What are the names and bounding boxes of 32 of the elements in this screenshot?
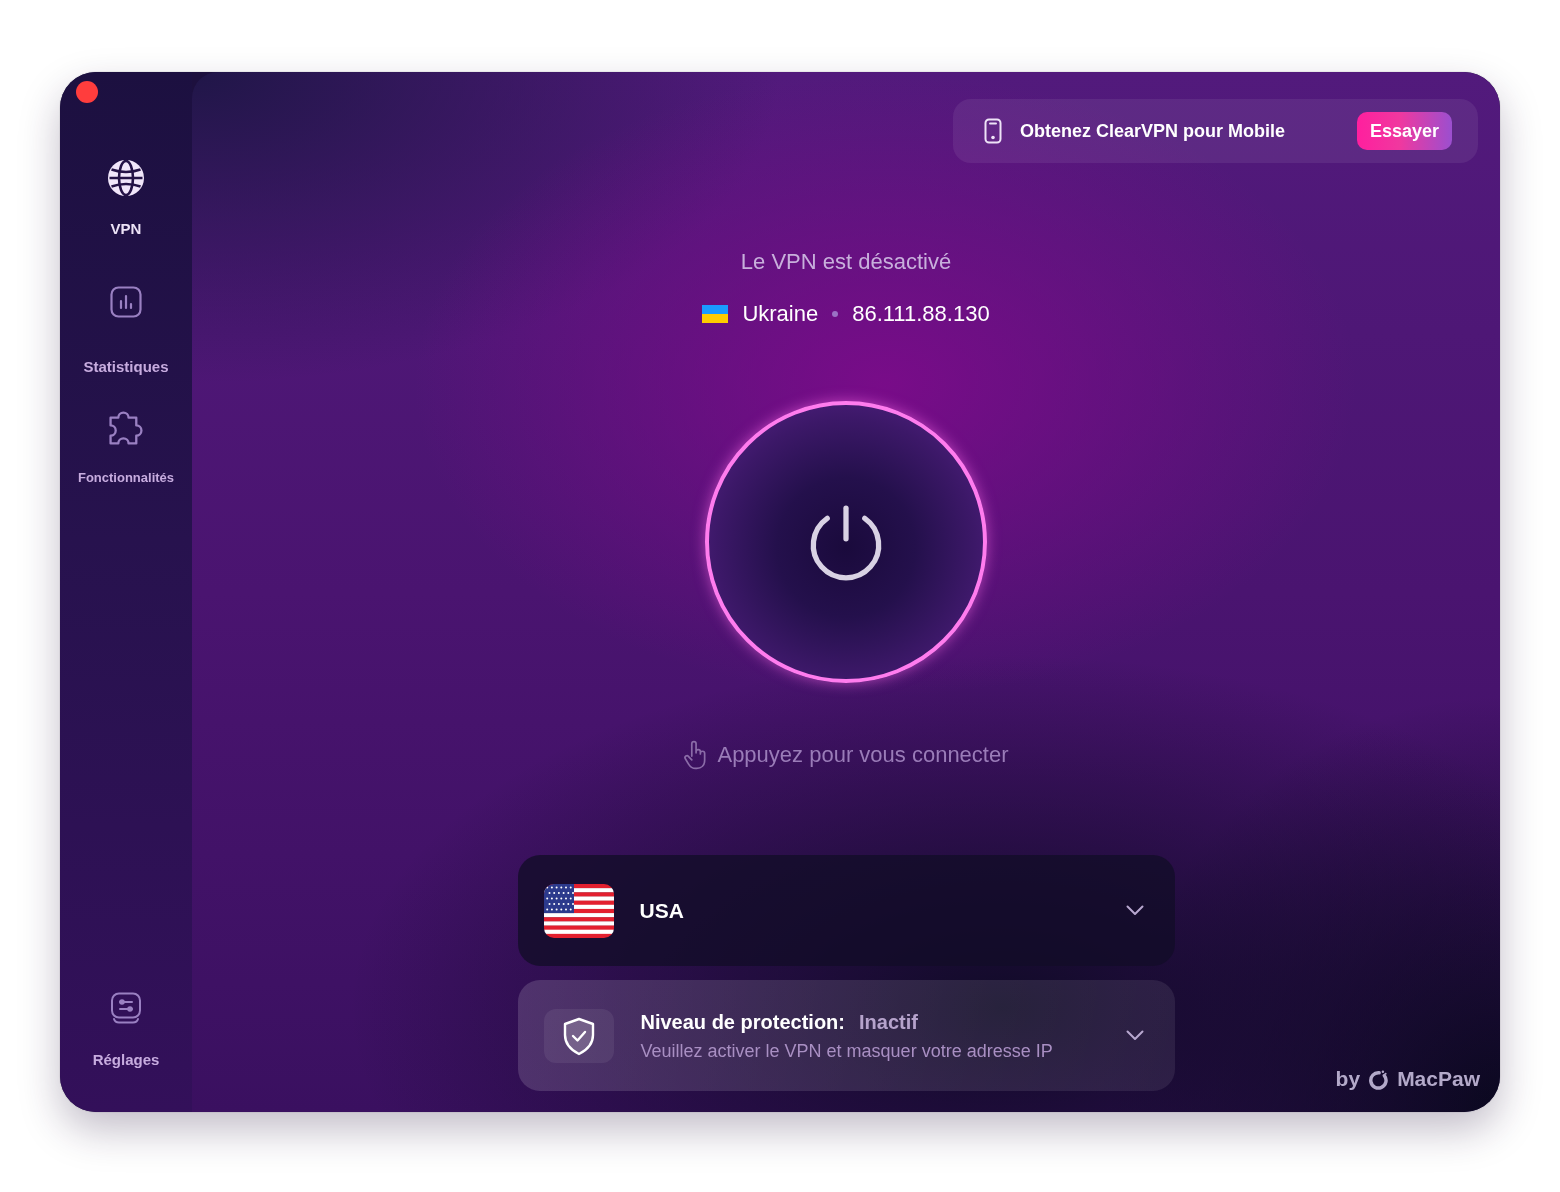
chevron-down-icon (1125, 905, 1144, 916)
protection-card[interactable]: Niveau de protection: Inactif Veuillez activer le VPN et masquer votre adresse IP (517, 980, 1175, 1091)
power-icon (808, 503, 884, 581)
promo-text: Obtenez ClearVPN pour Mobile (1020, 120, 1286, 142)
hand-pointer-icon (683, 740, 708, 770)
connect-hint: Appuyez pour vous connecter (717, 741, 1009, 769)
shield-check-icon (543, 1008, 614, 1063)
try-button[interactable]: Essayer (1356, 112, 1452, 150)
separator-dot-icon (832, 311, 839, 317)
country-name: Ukraine (742, 300, 819, 328)
ip-address: 86.111.88.130 (852, 300, 990, 328)
puzzle-icon (108, 410, 144, 446)
flag-icon (702, 305, 729, 323)
vpn-status: Le VPN est désactivé (740, 248, 952, 276)
sidebar-item[interactable]: VPN (107, 159, 145, 238)
protection-description: Veuillez activer le VPN et masquer votre adresse IP (640, 1039, 1053, 1062)
flag-icon (543, 883, 614, 938)
close-icon[interactable] (76, 81, 98, 103)
globe-icon (107, 159, 145, 197)
chevron-down-icon (1125, 1030, 1144, 1041)
protection-label: Niveau de protection: (640, 1009, 845, 1034)
logo-icon (1368, 1068, 1390, 1090)
sidebar-item[interactable]: Statistiques (83, 286, 169, 376)
sliders-icon (110, 992, 142, 1024)
phone-icon (984, 118, 1002, 144)
bar-chart-icon (110, 286, 142, 318)
sidebar-item[interactable]: Fonctionnalités (77, 410, 175, 486)
location-selector[interactable]: USA (517, 855, 1175, 966)
protection-status: Inactif (859, 1009, 918, 1034)
sidebar-item[interactable]: Réglages (92, 992, 160, 1069)
brand-prefix: by (1335, 1067, 1361, 1091)
brand-name: MacPaw (1397, 1067, 1480, 1091)
